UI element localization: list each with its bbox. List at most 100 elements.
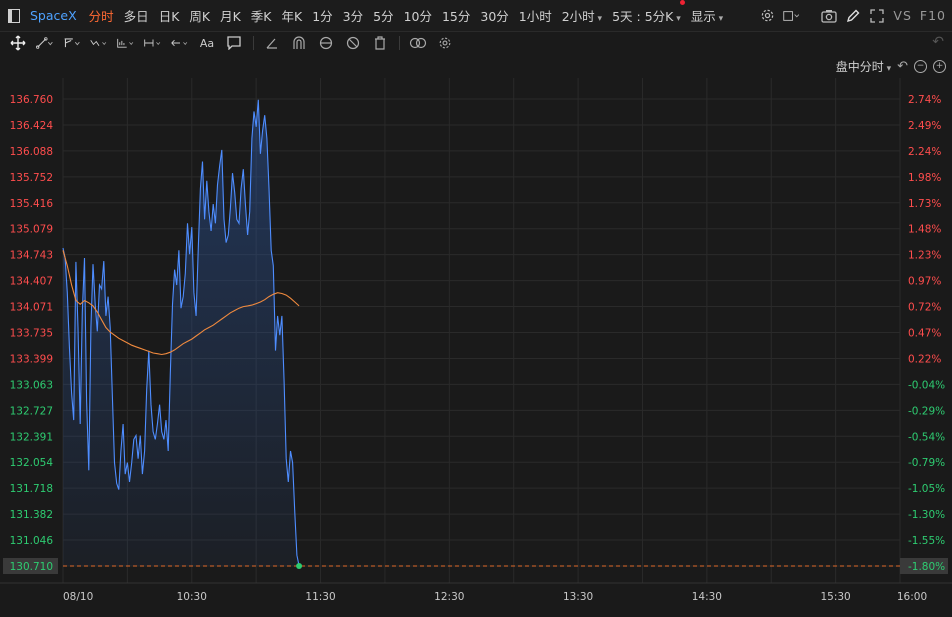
tab-5min[interactable]: 5分 xyxy=(373,6,393,25)
tab-1hour[interactable]: 1小时 xyxy=(519,6,552,25)
chart-settings-icon[interactable] xyxy=(436,34,454,52)
percent-tick-label: 0.97% xyxy=(908,276,941,288)
tab-1min[interactable]: 1分 xyxy=(312,6,332,25)
percent-tick-label: -0.29% xyxy=(908,405,945,417)
vs-compare-button[interactable]: VS xyxy=(893,8,912,23)
toolbar-right: VS F10 xyxy=(759,0,946,31)
reset-icon[interactable]: ↶ xyxy=(897,59,908,74)
price-tick-label: 132.727 xyxy=(10,405,53,417)
zoom-in-icon[interactable]: + xyxy=(933,60,946,73)
tab-monthly-k[interactable]: 月K xyxy=(220,6,241,25)
undo-icon[interactable]: ↶ xyxy=(932,34,944,50)
price-tick-label: 134.743 xyxy=(10,250,53,262)
tab-3min[interactable]: 3分 xyxy=(343,6,363,25)
percent-tick-label: -0.79% xyxy=(908,457,945,469)
percent-tick-label: -1.05% xyxy=(908,483,945,495)
percent-tick-label: 0.47% xyxy=(908,328,941,340)
symbol-name[interactable]: SpaceX xyxy=(30,8,77,23)
current-price-tag: 130.710 xyxy=(10,561,53,573)
time-tick-label: 15:30 xyxy=(820,591,850,603)
chart-mode-bar: 盘中分时 ▾ ↶ − + xyxy=(836,58,946,75)
percent-tick-label: -0.04% xyxy=(908,379,945,391)
percent-tick-label: 1.48% xyxy=(908,224,941,236)
time-tick-label: 16:00 xyxy=(897,591,927,603)
tab-yearly-k[interactable]: 年K xyxy=(282,6,303,25)
move-crosshair-icon[interactable] xyxy=(9,34,27,52)
price-tick-label: 133.399 xyxy=(10,353,53,365)
price-tick-label: 131.718 xyxy=(10,483,53,495)
price-tick-label: 133.063 xyxy=(10,379,53,391)
percent-tick-label: 2.49% xyxy=(908,120,941,132)
time-tick-label: 12:30 xyxy=(434,591,464,603)
panel-toggle-icon[interactable] xyxy=(8,8,20,23)
drawing-toolbar: Aa xyxy=(0,32,952,54)
last-price-dot xyxy=(296,563,303,569)
price-tick-label: 136.760 xyxy=(10,94,53,106)
intraday-mode-label: 盘中分时 xyxy=(835,60,884,74)
current-pct-tag: -1.80% xyxy=(908,561,945,573)
price-tick-label: 132.391 xyxy=(10,431,53,443)
notification-dot xyxy=(679,0,685,5)
price-tick-label: 134.071 xyxy=(10,302,53,314)
tab-15min[interactable]: 15分 xyxy=(442,6,470,25)
wave-tool-icon[interactable] xyxy=(90,34,108,52)
comment-tool-icon[interactable] xyxy=(225,34,243,52)
tab-10min[interactable]: 10分 xyxy=(404,6,432,25)
multi-day-selector[interactable]: 5天 : 5分K ▾ xyxy=(612,0,685,25)
toolbar-divider xyxy=(253,36,254,50)
time-tick-label: 08/10 xyxy=(63,591,93,603)
trendline-tool-icon[interactable] xyxy=(36,34,54,52)
time-tick-label: 13:30 xyxy=(563,591,593,603)
price-tick-label: 136.088 xyxy=(10,146,53,158)
angle-tool-icon[interactable] xyxy=(263,34,281,52)
channel-tool-icon[interactable] xyxy=(63,34,81,52)
fibonacci-tool-icon[interactable] xyxy=(117,34,135,52)
display-dropdown[interactable]: 显示 xyxy=(691,6,723,25)
tab-weekly-k[interactable]: 周K xyxy=(189,6,210,25)
intraday-mode-dropdown[interactable]: 盘中分时 ▾ xyxy=(836,58,891,75)
tab-daily-k[interactable]: 日K xyxy=(159,6,180,25)
time-tick-label: 14:30 xyxy=(692,591,722,603)
tab-quarterly-k[interactable]: 季K xyxy=(251,6,272,25)
percent-tick-label: 2.74% xyxy=(908,94,941,106)
toolbar-divider-2 xyxy=(399,36,400,50)
intraday-chart[interactable]: 136.760 136.424 136.088 135.752 135.416 135.0… xyxy=(0,0,952,617)
camera-icon[interactable] xyxy=(821,8,838,24)
percent-tick-label: 2.24% xyxy=(908,146,941,158)
percent-tick-label: -1.30% xyxy=(908,509,945,521)
percent-tick-label: -0.54% xyxy=(908,431,945,443)
settings-gear-icon[interactable] xyxy=(759,8,775,24)
tab-multiday[interactable]: 多日 xyxy=(124,6,149,25)
price-tick-label: 131.046 xyxy=(10,535,54,547)
price-tick-label: 134.407 xyxy=(10,276,53,288)
hide-drawings-icon[interactable] xyxy=(317,34,335,52)
percent-tick-label: 1.98% xyxy=(908,172,941,184)
price-tick-label: 133.735 xyxy=(10,328,53,340)
text-tool-icon[interactable]: Aa xyxy=(198,34,216,52)
arrow-tool-icon[interactable] xyxy=(171,34,189,52)
price-tick-label: 135.416 xyxy=(10,198,54,210)
zoom-out-icon[interactable]: − xyxy=(914,60,927,73)
pencil-icon[interactable] xyxy=(845,8,861,24)
tab-30min[interactable]: 30分 xyxy=(480,6,508,25)
square-layout-icon[interactable] xyxy=(783,8,800,24)
price-tick-label: 136.424 xyxy=(10,120,54,132)
time-tick-label: 11:30 xyxy=(305,591,335,603)
tab-intraday[interactable]: 分时 xyxy=(89,6,114,25)
time-tick-label: 10:30 xyxy=(177,591,207,603)
price-tick-label: 131.382 xyxy=(10,509,53,521)
percent-tick-label: 0.72% xyxy=(908,302,941,314)
f10-button[interactable]: F10 xyxy=(920,8,946,23)
magnet-icon[interactable] xyxy=(290,34,308,52)
percent-tick-label: -1.55% xyxy=(908,535,945,547)
measure-tool-icon[interactable] xyxy=(144,34,162,52)
more-intervals-dropdown[interactable]: 2小时 xyxy=(562,6,602,25)
multi-day-label: 5天 : 5分K xyxy=(612,9,674,24)
price-tick-label: 135.079 xyxy=(10,224,53,236)
fullscreen-icon[interactable] xyxy=(869,8,885,24)
delete-drawings-icon[interactable] xyxy=(371,34,389,52)
percent-tick-label: 1.73% xyxy=(908,198,941,210)
price-tick-label: 135.752 xyxy=(10,172,53,184)
lock-drawings-icon[interactable] xyxy=(344,34,362,52)
overlay-icon[interactable] xyxy=(409,34,427,52)
